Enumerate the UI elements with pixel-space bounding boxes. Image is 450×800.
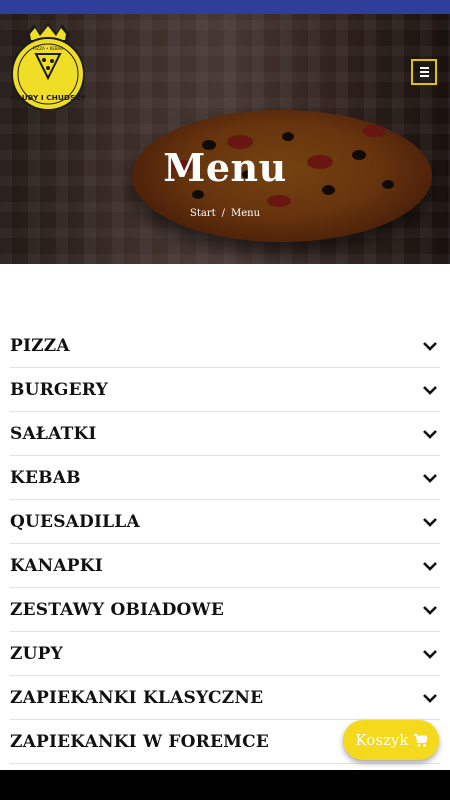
chevron-down-icon xyxy=(423,385,437,395)
chevron-down-icon xyxy=(423,561,437,571)
menu-category-quesadilla[interactable]: QUESADILLA xyxy=(10,500,440,544)
chevron-down-icon xyxy=(423,649,437,659)
menu-category-label: KEBAB xyxy=(10,467,81,488)
cart-label: Koszyk xyxy=(355,731,409,749)
menu-category-label: QUESADILLA xyxy=(10,511,140,532)
menu-toggle-button[interactable] xyxy=(411,59,437,85)
menu-category-salatki[interactable]: SAŁATKI xyxy=(10,412,440,456)
menu-category-label: ZAPIEKANKI W FOREMCE xyxy=(10,731,270,752)
chevron-down-icon xyxy=(423,517,437,527)
menu-category-label: KANAPKI xyxy=(10,555,103,576)
menu-category-list: PIZZA BURGERY SAŁATKI KEBAB QUESADILLA K… xyxy=(10,324,440,764)
menu-category-label: PIZZA xyxy=(10,335,70,356)
top-strip xyxy=(0,0,450,14)
menu-category-pizza[interactable]: PIZZA xyxy=(10,324,440,368)
breadcrumb-separator: / xyxy=(221,208,225,219)
breadcrumb: Start / Menu xyxy=(0,208,450,219)
menu-category-label: BURGERY xyxy=(10,379,108,400)
page-title: Menu xyxy=(163,145,287,190)
logo-text: GRUBY I CHUDSZY xyxy=(10,93,86,102)
chevron-down-icon xyxy=(423,429,437,439)
breadcrumb-current: Menu xyxy=(230,208,261,219)
cart-icon xyxy=(413,733,427,747)
menu-category-kanapki[interactable]: KANAPKI xyxy=(10,544,440,588)
crown-pizza-logo-icon: GRUBY I CHUDSZY PIZZA • KEBAB xyxy=(10,22,87,111)
bottom-bar xyxy=(0,770,450,800)
brand-logo[interactable]: GRUBY I CHUDSZY PIZZA • KEBAB xyxy=(10,20,87,111)
chevron-down-icon xyxy=(423,605,437,615)
menu-category-kebab[interactable]: KEBAB xyxy=(10,456,440,500)
menu-category-label: ZESTAWY OBIADOWE xyxy=(10,599,224,620)
menu-category-zapiekanki-klasyczne[interactable]: ZAPIEKANKI KLASYCZNE xyxy=(10,676,440,720)
breadcrumb-home-link[interactable]: Start xyxy=(190,208,216,219)
menu-category-zestawy-obiadowe[interactable]: ZESTAWY OBIADOWE xyxy=(10,588,440,632)
menu-category-label: ZAPIEKANKI KLASYCZNE xyxy=(10,687,264,708)
chevron-down-icon xyxy=(423,693,437,703)
chevron-down-icon xyxy=(423,473,437,483)
menu-category-label: ZUPY xyxy=(10,643,63,664)
menu-category-label: SAŁATKI xyxy=(10,423,97,444)
chevron-down-icon xyxy=(423,341,437,351)
menu-category-zupy[interactable]: ZUPY xyxy=(10,632,440,676)
menu-category-burgery[interactable]: BURGERY xyxy=(10,368,440,412)
logo-subtext: PIZZA • KEBAB xyxy=(33,46,63,51)
hamburger-icon xyxy=(419,67,429,77)
cart-button[interactable]: Koszyk xyxy=(343,720,439,760)
